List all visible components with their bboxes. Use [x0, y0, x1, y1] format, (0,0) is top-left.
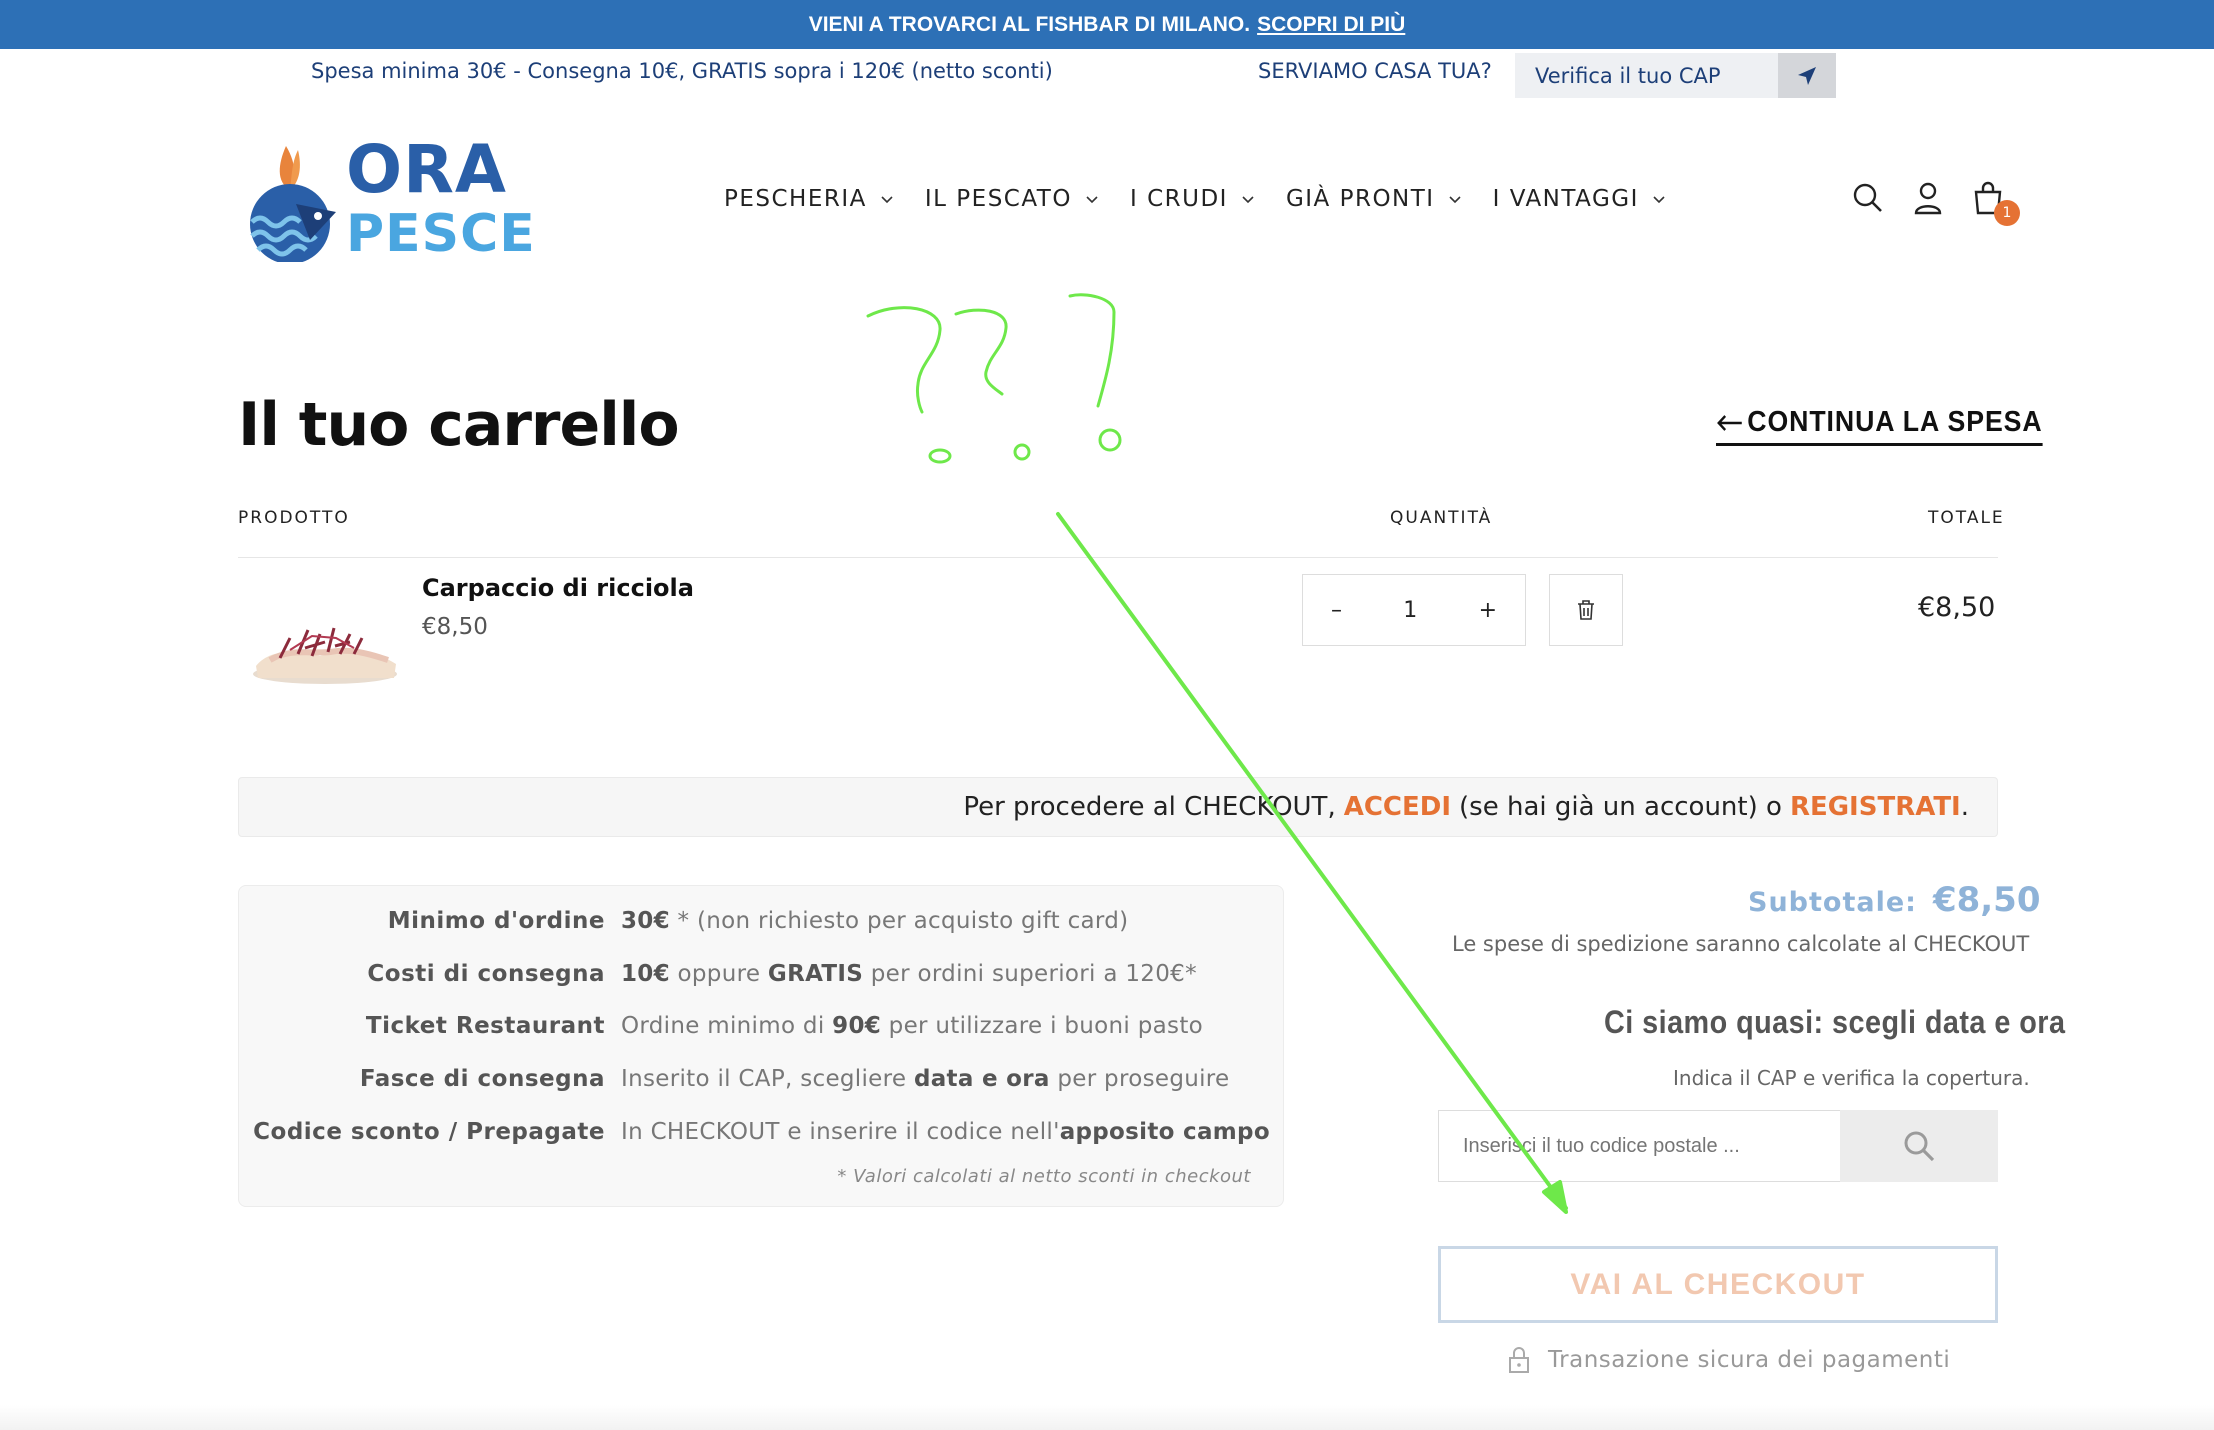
secure-payment-note: Transazione sicura dei pagamenti — [1508, 1346, 1950, 1374]
nav-item-i-crudi[interactable]: I CRUDI — [1130, 186, 1254, 212]
cart-button[interactable]: 1 — [1972, 180, 2020, 226]
info-footnote: * Valori calcolati al netto sconti in ch… — [837, 1166, 1251, 1187]
nav-label: I CRUDI — [1129, 186, 1228, 212]
carpaccio-thumbnail — [253, 627, 397, 684]
serve-question: SERVIAMO CASA TUA? — [1258, 59, 1492, 83]
search-button[interactable] — [1852, 180, 1884, 216]
delivery-slot-title: Ci siamo quasi: scegli data e ora — [1604, 1004, 2066, 1040]
info-label: Minimo d'ordine — [387, 908, 605, 934]
info-value: Inserito il CAP, scegliere data e ora pe… — [621, 1066, 1230, 1092]
shipping-info: Spesa minima 30€ - Consegna 10€, GRATIS … — [311, 59, 1053, 83]
nav-item-il-pescato[interactable]: IL PESCATO — [925, 186, 1098, 212]
info-value: 30€ * (non richiesto per acquisto gift c… — [621, 908, 1129, 934]
info-label: Codice sconto / Prepagate — [253, 1119, 605, 1145]
notice-suffix: . — [1960, 792, 1969, 822]
zip-code-input[interactable] — [1438, 1110, 1840, 1182]
fish-logo-icon — [250, 146, 336, 262]
shipping-note: Le spese di spedizione saranno calcolate… — [1452, 932, 2030, 956]
nav-item-pescheria[interactable]: PESCHERIA — [724, 186, 893, 212]
logo-wordmark: ORA PESCE — [346, 131, 536, 264]
header-icons: 1 — [1852, 180, 2020, 226]
cart-count-badge: 1 — [1994, 200, 2020, 226]
column-header-total: TOTALE — [1928, 508, 2005, 528]
subtotal-label: Subtotale: — [1748, 887, 1917, 918]
info-row: Fasce di consegna Inserito il CAP, scegl… — [239, 1066, 1285, 1102]
chevron-down-icon — [1653, 196, 1665, 204]
announcement-link[interactable]: SCOPRI DI PIÙ — [1257, 13, 1405, 37]
info-row: Ticket Restaurant Ordine minimo di 90€ p… — [239, 1013, 1285, 1049]
account-icon — [1914, 182, 1942, 215]
login-link[interactable]: ACCEDI — [1344, 792, 1451, 822]
product-name-link[interactable]: Carpaccio di ricciola — [422, 574, 694, 602]
nav-label: PESCHERIA — [724, 186, 867, 212]
column-header-quantity: QUANTITÀ — [1390, 508, 1493, 528]
location-arrow-icon — [1798, 66, 1816, 85]
table-divider — [238, 557, 1998, 558]
info-label: Ticket Restaurant — [365, 1013, 605, 1039]
info-value: 10€ oppure GRATIS per ordini superiori a… — [621, 961, 1197, 987]
chevron-down-icon — [1449, 196, 1461, 204]
question-marks-annotation — [866, 293, 1122, 464]
trash-icon — [1578, 600, 1594, 620]
announcement-bar: VIENI A TROVARCI AL FISHBAR DI MILANO. S… — [0, 0, 2214, 49]
chevron-down-icon — [1242, 196, 1254, 204]
info-row: Costi di consegna 10€ oppure GRATIS per … — [239, 961, 1285, 997]
search-icon — [1853, 183, 1882, 212]
cap-check-field[interactable]: Verifica il tuo CAP — [1515, 53, 1778, 98]
notice-prefix: Per procedere al CHECKOUT, — [963, 792, 1336, 822]
checkout-login-notice: Per procedere al CHECKOUT, ACCEDI (se ha… — [238, 777, 1998, 837]
zip-search-button[interactable] — [1840, 1110, 1998, 1182]
quantity-value[interactable]: 1 — [1403, 598, 1417, 623]
info-label: Fasce di consegna — [359, 1066, 605, 1092]
quantity-decrease-button[interactable]: – — [1331, 598, 1342, 623]
info-label: Costi di consegna — [367, 961, 605, 987]
account-button[interactable] — [1912, 180, 1944, 216]
subtotal: Subtotale: €8,50 — [1748, 880, 2041, 920]
site-logo[interactable]: ORA PESCE — [238, 137, 535, 262]
subtotal-value: €8,50 — [1932, 880, 2041, 920]
line-total: €8,50 — [1918, 592, 1996, 623]
info-row: Codice sconto / Prepagate In CHECKOUT e … — [239, 1119, 1285, 1155]
page-title: Il tuo carrello — [238, 390, 680, 460]
info-bar: Spesa minima 30€ - Consegna 10€, GRATIS … — [0, 49, 2214, 99]
logo-line1: ORA — [346, 131, 508, 208]
locate-button[interactable] — [1778, 53, 1836, 98]
announcement-text: VIENI A TROVARCI AL FISHBAR DI MILANO. — [808, 12, 1251, 36]
nav-label: I VANTAGGI — [1492, 186, 1639, 212]
quantity-increase-button[interactable]: + — [1479, 598, 1497, 623]
cap-check-placeholder: Verifica il tuo CAP — [1535, 63, 1721, 88]
main-nav: PESCHERIA IL PESCATO I CRUDI GIÀ PRONTI … — [724, 186, 1697, 212]
cap-hint: Indica il CAP e verifica la copertura. — [1673, 1066, 2030, 1090]
info-value: In CHECKOUT e inserire il codice nell'ap… — [621, 1119, 1270, 1145]
logo-line2: PESCE — [346, 204, 536, 264]
nav-label: GIÀ PRONTI — [1285, 186, 1435, 212]
nav-item-gia-pronti[interactable]: GIÀ PRONTI — [1286, 186, 1461, 212]
info-row: Minimo d'ordine 30€ * (non richiesto per… — [239, 908, 1285, 944]
product-image[interactable] — [250, 608, 400, 688]
chevron-down-icon — [881, 196, 893, 204]
nav-label: IL PESCATO — [924, 186, 1072, 212]
nav-item-i-vantaggi[interactable]: I VANTAGGI — [1493, 186, 1665, 212]
continue-label: CONTINUA LA SPESA — [1747, 406, 2043, 438]
search-icon — [1904, 1131, 1935, 1162]
checkout-button[interactable]: VAI AL CHECKOUT — [1438, 1246, 1998, 1323]
lock-icon — [1509, 1347, 1529, 1373]
arrow-left-icon — [1717, 414, 1742, 431]
column-header-product: PRODOTTO — [238, 508, 350, 528]
secure-payment-text: Transazione sicura dei pagamenti — [1548, 1347, 1951, 1373]
register-link[interactable]: REGISTRATI — [1790, 792, 1961, 822]
footer-edge — [0, 1405, 2214, 1430]
continue-shopping-link[interactable]: CONTINUA LA SPESA — [1716, 406, 2043, 446]
notice-middle: (se hai già un account) o — [1459, 792, 1782, 822]
info-value: Ordine minimo di 90€ per utilizzare i bu… — [621, 1013, 1204, 1039]
remove-item-button[interactable] — [1549, 574, 1623, 646]
product-unit-price: €8,50 — [422, 614, 488, 640]
chevron-down-icon — [1086, 196, 1098, 204]
quantity-stepper: – 1 + — [1302, 574, 1526, 646]
order-info-panel: Minimo d'ordine 30€ * (non richiesto per… — [238, 885, 1284, 1207]
